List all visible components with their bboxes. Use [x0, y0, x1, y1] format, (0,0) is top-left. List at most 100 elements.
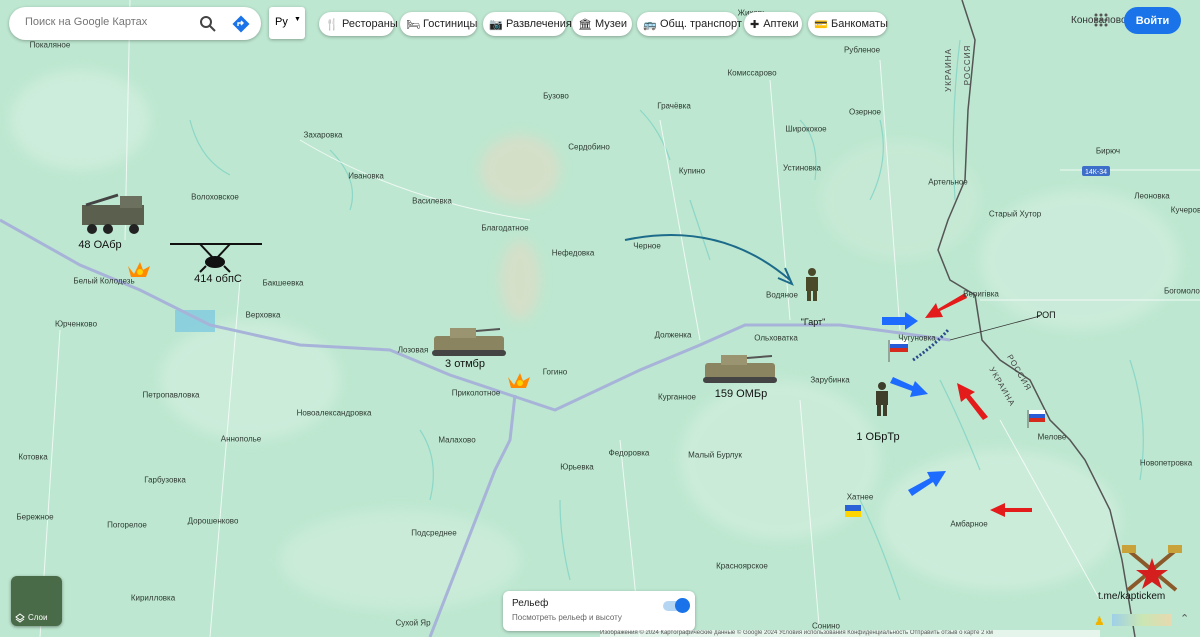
chip-atms[interactable]: 💳 Банкоматы: [808, 12, 888, 36]
place-label[interactable]: Водяное: [766, 291, 798, 300]
place-label[interactable]: Аннополье: [221, 435, 262, 444]
place-label[interactable]: Сухой Яр: [395, 619, 430, 628]
map-controls: ♟ ⌃: [1094, 610, 1194, 632]
place-label[interactable]: Верховка: [246, 311, 281, 320]
place-label[interactable]: Лозовая: [398, 346, 429, 355]
relief-subtitle: Посмотреть рельеф и высоту: [512, 613, 622, 622]
place-label[interactable]: Озерное: [849, 108, 881, 117]
place-label[interactable]: Рубленое: [844, 46, 880, 55]
place-label[interactable]: Купино: [679, 167, 705, 176]
login-button[interactable]: Войти: [1124, 7, 1181, 34]
place-label[interactable]: Кучеров: [1171, 206, 1200, 215]
search-icon[interactable]: [199, 15, 217, 33]
place-label[interactable]: Бирюч: [1096, 147, 1120, 156]
place-label[interactable]: Котовка: [18, 453, 47, 462]
place-label[interactable]: Василевка: [412, 197, 452, 206]
camera-icon: 📷: [489, 18, 503, 31]
place-label[interactable]: Петропавловка: [143, 391, 200, 400]
chevron-down-icon: ▼: [294, 16, 301, 23]
place-label[interactable]: Мелове: [1038, 433, 1067, 442]
chevron-up-icon[interactable]: ⌃: [1180, 612, 1189, 625]
place-label[interactable]: Новопетровка: [1140, 459, 1192, 468]
place-label[interactable]: Богомолов: [1164, 287, 1200, 296]
place-label[interactable]: Ивановка: [348, 172, 384, 181]
place-label[interactable]: Бережное: [16, 513, 53, 522]
chip-label: Гостиницы: [423, 18, 478, 30]
language-value: Ру: [275, 16, 288, 28]
search-input[interactable]: [23, 15, 197, 29]
place-label[interactable]: Ольховатка: [754, 334, 798, 343]
restaurant-icon: 🍴: [325, 18, 339, 31]
place-label[interactable]: Малахово: [438, 436, 475, 445]
directions-icon[interactable]: [232, 15, 250, 33]
unit-label-1: 1 ОБрТр: [856, 431, 900, 443]
chip-transit[interactable]: 🚌 Общ. транспорт: [637, 12, 742, 36]
relief-toggle-panel[interactable]: Рельеф Посмотреть рельеф и высоту: [503, 591, 695, 631]
place-label[interactable]: Веригівка: [963, 290, 999, 299]
chip-label: Музеи: [595, 18, 627, 30]
place-label[interactable]: Ширококое: [785, 125, 826, 134]
place-label[interactable]: Красноярское: [716, 562, 768, 571]
place-label[interactable]: Грачёвка: [657, 102, 691, 111]
place-label[interactable]: Гарбузовка: [144, 476, 186, 485]
chip-label: Развлечения: [506, 18, 572, 30]
relief-toggle[interactable]: [661, 595, 690, 615]
search-box[interactable]: [9, 7, 261, 40]
relief-title: Рельеф: [512, 598, 549, 609]
layers-button[interactable]: Слои: [11, 576, 62, 626]
place-label[interactable]: Бузово: [543, 92, 569, 101]
place-label[interactable]: Хатнее: [847, 493, 874, 502]
place-label[interactable]: Юрьевка: [560, 463, 594, 472]
place-label[interactable]: Захаровка: [304, 131, 343, 140]
place-label[interactable]: Малый Бурлук: [688, 451, 742, 460]
place-label[interactable]: Подсреднее: [411, 529, 456, 538]
unit-label-414: 414 обпС: [194, 273, 242, 285]
chip-entertainment[interactable]: 📷 Развлечения: [483, 12, 572, 36]
place-label[interactable]: Юрченково: [55, 320, 97, 329]
layers-label: Слои: [28, 613, 48, 622]
chip-museums[interactable]: 🏛 Музеи: [572, 12, 632, 36]
chip-restaurants[interactable]: 🍴 Рестораны: [319, 12, 398, 36]
place-label[interactable]: Артельное: [928, 178, 968, 187]
map-footer: Изображения © 2024 Картографические данн…: [600, 630, 1100, 637]
chip-label: Аптеки: [763, 18, 799, 30]
place-label[interactable]: Сердобино: [568, 143, 610, 152]
layers-icon: [15, 613, 25, 623]
hotel-icon: 🛏: [406, 18, 420, 31]
place-label[interactable]: Зарубинка: [810, 376, 849, 385]
place-label[interactable]: Погорелое: [107, 521, 147, 530]
unit-label-159: 159 ОМБр: [714, 388, 768, 400]
place-label[interactable]: Чугуновка: [898, 334, 936, 343]
place-label[interactable]: Покаляное: [30, 41, 71, 50]
place-label[interactable]: Старый Хутор: [989, 210, 1041, 219]
imagery-thumbnails[interactable]: [1112, 614, 1172, 626]
chip-label: Общ. транспорт: [660, 18, 742, 30]
place-label[interactable]: Долженка: [655, 331, 692, 340]
place-label[interactable]: Дорошенково: [188, 517, 239, 526]
language-select[interactable]: Ру ▼: [269, 7, 305, 39]
rop-label: РОП: [1036, 310, 1056, 320]
unit-label-gart: "Гарт": [800, 317, 826, 327]
place-label[interactable]: Благодатное: [481, 224, 528, 233]
place-label[interactable]: Бакшеевка: [263, 279, 304, 288]
apps-grid-icon[interactable]: [1094, 13, 1108, 27]
place-label[interactable]: Курганное: [658, 393, 696, 402]
chip-pharmacies[interactable]: ✚ Аптеки: [744, 12, 802, 36]
place-label[interactable]: Белый Колодезь: [73, 277, 134, 286]
place-label[interactable]: Устиновка: [783, 164, 821, 173]
chip-hotels[interactable]: 🛏 Гостиницы: [400, 12, 477, 36]
place-label[interactable]: Кирилловка: [131, 594, 175, 603]
map-canvas[interactable]: 14К-34 УКРАИНА РОССИЯ УКРАИНА РОССИЯ: [0, 0, 1200, 637]
place-label[interactable]: Амбарное: [950, 520, 987, 529]
place-label[interactable]: Нефедовка: [552, 249, 595, 258]
place-label[interactable]: Комиссарово: [727, 69, 776, 78]
unit-label-3: 3 отмбр: [445, 358, 485, 370]
place-label[interactable]: Черное: [633, 242, 661, 251]
place-label[interactable]: Гогино: [543, 368, 568, 377]
place-label[interactable]: Новоалександровка: [297, 409, 372, 418]
place-label[interactable]: Федоровка: [609, 449, 650, 458]
place-label[interactable]: Леоновка: [1134, 192, 1169, 201]
place-label[interactable]: Волоховское: [191, 193, 239, 202]
place-label[interactable]: Приколотное: [452, 389, 501, 398]
pegman-icon[interactable]: ♟: [1094, 614, 1105, 628]
